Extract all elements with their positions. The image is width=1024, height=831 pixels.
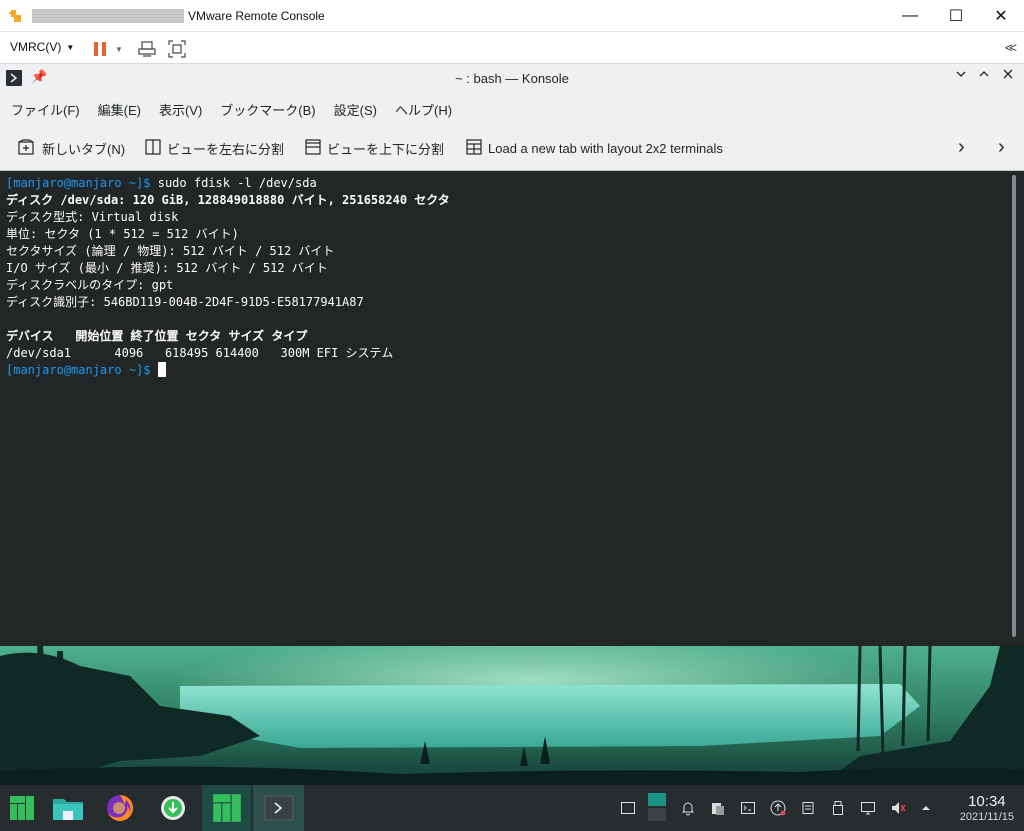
- clock-time: 10:34: [968, 793, 1006, 810]
- menu-help[interactable]: ヘルプ(H): [395, 100, 452, 119]
- terminal-output-line: ディスク /dev/sda: 120 GiB, 128849018880 バイト…: [6, 193, 450, 207]
- split-horizontal-icon: [305, 139, 321, 158]
- layout-2x2-label: Load a new tab with layout 2x2 terminals: [488, 141, 723, 156]
- terminal-output-line: I/O サイズ (最小 / 推奨): 512 バイト / 512 バイト: [6, 261, 328, 275]
- new-tab-button[interactable]: 新しいタブ(N): [18, 139, 125, 158]
- show-desktop-icon[interactable]: [620, 800, 636, 816]
- notifications-icon[interactable]: [680, 800, 696, 816]
- pause-icon[interactable]: [90, 39, 110, 59]
- konsole-toolbar: 新しいタブ(N) ビューを左右に分割 ビューを上下に分割 Load a new …: [0, 126, 1024, 171]
- terminal-command: sudo fdisk -l /dev/sda: [150, 176, 317, 190]
- terminal-tray-icon[interactable]: [740, 800, 756, 816]
- terminal-output-line: ディスクラベルのタイプ: gpt: [6, 278, 174, 292]
- konsole-close-icon[interactable]: [998, 68, 1018, 83]
- terminal-command-line: [manjaro@manjaro ~]$ sudo fdisk -l /dev/…: [6, 175, 1018, 192]
- terminal-prompt-line: [manjaro@manjaro ~]$: [6, 362, 1018, 379]
- new-tab-label: 新しいタブ(N): [42, 142, 126, 157]
- split-vertical-icon: [145, 139, 161, 158]
- collapse-toolbar-button[interactable]: <<: [1005, 40, 1017, 55]
- konsole-maximize-icon[interactable]: [974, 68, 994, 83]
- network-icon[interactable]: [860, 800, 876, 816]
- layout-2x2-button[interactable]: Load a new tab with layout 2x2 terminals: [466, 139, 723, 158]
- terminal-output-line: /dev/sda1 4096 618495 614400 300M EFI シス…: [6, 346, 394, 360]
- vmrc-toolbar: VMRC(V) ▼ ▼ <<: [0, 33, 1024, 64]
- terminal-prompt: [manjaro@manjaro ~]$: [6, 176, 151, 190]
- vmware-titlebar: VMware Remote Console — ☐ ✕: [0, 0, 1024, 32]
- manjaro-menu-icon[interactable]: [0, 785, 44, 831]
- close-button[interactable]: ✕: [978, 0, 1024, 32]
- toolbar-overflow-icon[interactable]: ›: [958, 136, 965, 159]
- terminal-scrollbar[interactable]: [1012, 175, 1016, 637]
- terminal-prompt: [manjaro@manjaro ~]$: [6, 363, 151, 377]
- tray-expand-icon[interactable]: [918, 800, 934, 816]
- taskbar: 10:34 2021/11/15: [0, 785, 1024, 831]
- konsole-menubar: ファイル(F) 編集(E) 表示(V) ブックマーク(B) 設定(S) ヘルプ(…: [0, 92, 1024, 126]
- terminal-output-line: 単位: セクタ (1 * 512 = 512 バイト): [6, 227, 239, 241]
- update-icon[interactable]: [150, 785, 196, 831]
- menu-view[interactable]: 表示(V): [159, 100, 202, 119]
- window-title: VMware Remote Console: [188, 9, 325, 23]
- vmrc-menu-label: VMRC(V): [10, 40, 62, 54]
- konsole-titlebar: 📌 ~ : bash — Konsole: [0, 64, 1024, 92]
- redacted-hostname: [32, 9, 184, 23]
- konsole-icon[interactable]: [253, 785, 304, 831]
- menu-settings[interactable]: 設定(S): [334, 100, 377, 119]
- toolbar-more-icon[interactable]: ›: [998, 136, 1005, 159]
- minimize-button[interactable]: —: [887, 0, 933, 32]
- fullscreen-icon[interactable]: [167, 39, 187, 59]
- vmware-app-icon: [8, 8, 24, 24]
- volume-muted-icon[interactable]: [890, 800, 906, 816]
- terminal-output-line: デバイス 開始位置 終了位置 セクタ サイズ タイプ: [6, 329, 308, 343]
- split-top-bottom-button[interactable]: ビューを上下に分割: [305, 139, 444, 158]
- file-manager-icon[interactable]: [44, 785, 92, 831]
- clock[interactable]: 10:34 2021/11/15: [960, 793, 1014, 824]
- split-left-right-button[interactable]: ビューを左右に分割: [145, 139, 284, 158]
- terminal-area[interactable]: [manjaro@manjaro ~]$ sudo fdisk -l /dev/…: [0, 171, 1024, 646]
- menu-edit[interactable]: 編集(E): [98, 100, 141, 119]
- usb-drive-icon[interactable]: [830, 800, 846, 816]
- terminal-output-line: ディスク識別子: 546BD119-004B-2D4F-91D5-E581779…: [6, 295, 364, 309]
- maximize-button[interactable]: ☐: [933, 0, 979, 32]
- desktop-wallpaper: [0, 646, 1024, 785]
- manjaro-icon[interactable]: [202, 785, 251, 831]
- grid-layout-icon: [466, 139, 482, 158]
- konsole-minimize-icon[interactable]: [951, 68, 971, 83]
- split-left-right-label: ビューを左右に分割: [167, 142, 285, 157]
- vmrc-menu-button[interactable]: VMRC(V) ▼: [10, 40, 74, 54]
- terminal-cursor: [157, 362, 166, 377]
- device-notifier-icon[interactable]: [800, 800, 816, 816]
- split-top-bottom-label: ビューを上下に分割: [327, 142, 445, 157]
- new-tab-icon: [18, 139, 36, 158]
- terminal-output-line: ディスク型式: Virtual disk: [6, 210, 179, 224]
- pause-dropdown-icon[interactable]: ▼: [112, 39, 126, 59]
- konsole-title: ~ : bash — Konsole: [455, 71, 569, 86]
- menu-bookmarks[interactable]: ブックマーク(B): [220, 100, 315, 119]
- update-notifier-icon[interactable]: [770, 800, 786, 816]
- send-ctrl-alt-del-icon[interactable]: [137, 39, 157, 59]
- clock-date: 2021/11/15: [959, 811, 1014, 823]
- firefox-icon[interactable]: [96, 785, 144, 831]
- chevron-down-icon: ▼: [66, 42, 75, 52]
- pager-icon[interactable]: [648, 793, 666, 821]
- terminal-output-line: セクタサイズ (論理 / 物理): 512 バイト / 512 バイト: [6, 244, 335, 258]
- menu-file[interactable]: ファイル(F): [11, 100, 80, 119]
- clipboard-icon[interactable]: [710, 800, 726, 816]
